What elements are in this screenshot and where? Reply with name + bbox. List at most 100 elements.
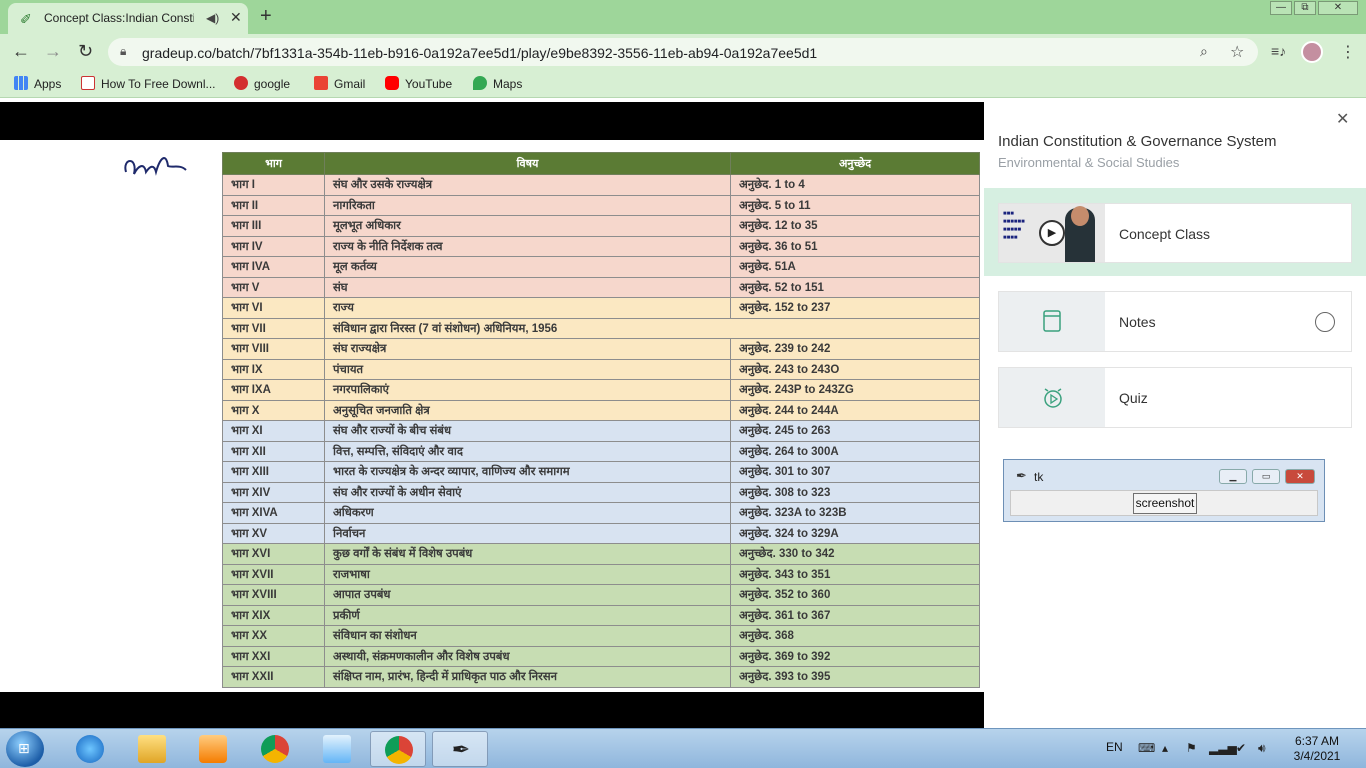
taskbar-chrome-1[interactable] (247, 731, 303, 767)
folder-icon (138, 735, 166, 763)
subject-cell: प्रकीर्ण (324, 604, 731, 626)
table-row: भाग VI राज्य अनुछेद. 152 to 237 (222, 297, 980, 319)
bookmark-apps[interactable]: Apps (14, 76, 61, 91)
articles-cell: अनुछेद. 323A to 323B (730, 502, 980, 524)
play-icon[interactable]: ▶ (1039, 220, 1065, 246)
articles-cell: अनुछेद. 243 to 243O (730, 358, 980, 380)
part-cell: भाग IVA (222, 256, 325, 278)
browser-tab[interactable]: ✐ Concept Class:Indian Constit ◀) ✕ (8, 3, 248, 34)
table-row: भाग XV निर्वाचन अनुछेद. 324 to 329A (222, 522, 980, 544)
constitution-parts-table: भाग विषय अनुच्छेद भाग I संघ और उसके राज्य… (222, 152, 980, 688)
tk-close-button[interactable]: ✕ (1285, 469, 1315, 484)
taskbar-media-player[interactable] (185, 731, 241, 767)
restore-button[interactable]: ⧉ (1294, 1, 1316, 15)
minimize-button[interactable]: — (1270, 1, 1292, 15)
presenter-head (1071, 206, 1089, 226)
action-center-flag-icon[interactable]: ⚑ (1186, 741, 1197, 755)
volume-icon[interactable]: 🔊︎ (1258, 741, 1266, 756)
articles-cell: अनुच्छेद. 330 to 342 (730, 543, 980, 565)
keyboard-icon[interactable]: ⌨ (1138, 741, 1155, 755)
subject-cell: मूलभूत अधिकार (324, 215, 731, 237)
notes-status-radio[interactable] (1315, 312, 1335, 332)
reload-icon[interactable]: ↻ (78, 41, 93, 62)
bookmark-star-icon[interactable]: ☆ (1230, 42, 1244, 62)
articles-cell: अनुछेद. 301 to 307 (730, 461, 980, 483)
taskbar: ⊞ ✒ EN ⌨ ▴ ⚑ ▂▃▅ ✔ 🔊︎ 6:37 AM 3/4/2021 (0, 728, 1366, 768)
part-cell: भाग XX (222, 625, 325, 647)
taskbar-tk[interactable]: ✒ (432, 731, 488, 767)
network-signal-icon[interactable]: ▂▃▅ (1209, 741, 1237, 755)
table-row: भाग III मूलभूत अधिकार अनुछेद. 12 to 35 (222, 215, 980, 237)
bookmarks-bar: Apps How To Free Downl... google Gmail Y… (0, 70, 1366, 98)
taskbar-control-panel[interactable] (309, 731, 365, 767)
tray-arrow-icon[interactable]: ▴ (1162, 741, 1168, 755)
part-cell: भाग XIVA (222, 502, 325, 524)
internet-explorer-icon (76, 735, 104, 763)
lock-icon: 🔒︎ (120, 44, 127, 58)
tk-body: screenshot (1010, 490, 1318, 516)
tk-window: ✒ tk ▁ ▭ ✕ screenshot (1003, 459, 1325, 522)
close-icon[interactable]: ✕ (1336, 109, 1349, 129)
taskbar-ie[interactable] (62, 731, 118, 767)
tk-maximize-button[interactable]: ▭ (1252, 469, 1280, 484)
bookmark-gmail[interactable]: Gmail (314, 76, 365, 91)
bookmark-maps[interactable]: Maps (473, 76, 522, 91)
new-tab-button[interactable]: + (260, 5, 272, 28)
articles-cell: अनुछेद. 352 to 360 (730, 584, 980, 606)
clock-date: 3/4/2021 (1293, 749, 1341, 763)
taskbar-explorer[interactable] (124, 731, 180, 767)
tk-minimize-button[interactable]: ▁ (1219, 469, 1247, 484)
subject-cell: संघ और उसके राज्यक्षेत्र (324, 174, 731, 196)
articles-cell: अनुछेद. 361 to 367 (730, 604, 980, 626)
url-text[interactable]: gradeup.co/batch/7bf1331a-354b-11eb-b916… (142, 45, 817, 61)
control-panel-icon (323, 735, 351, 763)
part-cell: भाग VII (222, 317, 325, 339)
close-window-button[interactable]: ✕ (1318, 1, 1358, 15)
media-control-icon[interactable]: ≡♪ (1271, 43, 1286, 59)
speaker-icon[interactable]: ◀) (206, 11, 219, 25)
taskbar-chrome-2[interactable] (370, 731, 426, 767)
articles-cell: अनुछेद. 36 to 51 (730, 235, 980, 257)
quiz-timer-icon (1044, 388, 1062, 408)
browser-menu-icon[interactable]: ⋮ (1340, 42, 1356, 62)
quiz-item[interactable]: Quiz (998, 367, 1352, 428)
header-part: भाग (222, 152, 325, 175)
quiz-thumb (999, 368, 1105, 427)
system-clock[interactable]: 6:37 AM 3/4/2021 (1282, 734, 1352, 764)
tab-close-icon[interactable]: ✕ (230, 9, 242, 26)
notes-thumb (999, 292, 1105, 351)
articles-cell: अनुछेद. 12 to 35 (730, 215, 980, 237)
articles-cell: अनुछेद. 324 to 329A (730, 522, 980, 544)
part-cell: भाग XVIII (222, 584, 325, 606)
part-cell: भाग XXI (222, 645, 325, 667)
profile-avatar[interactable] (1301, 41, 1323, 63)
articles-cell: अनुछेद. 5 to 11 (730, 194, 980, 216)
part-cell: भाग XV (222, 522, 325, 544)
part-cell: भाग V (222, 276, 325, 298)
quiz-label: Quiz (1119, 390, 1148, 406)
part-cell: भाग XIV (222, 481, 325, 503)
articles-cell: अनुछेद. 244 to 244A (730, 399, 980, 421)
concept-class-label: Concept Class (1119, 226, 1211, 242)
concept-class-item[interactable]: ■■■ ■■■■■■ ■■■■■ ■■■■ ▶ Concept Class (998, 203, 1352, 263)
notes-item[interactable]: Notes (998, 291, 1352, 352)
language-indicator[interactable]: EN (1106, 740, 1123, 754)
chrome-icon (385, 736, 413, 764)
forward-icon[interactable]: → (44, 41, 62, 62)
start-button[interactable]: ⊞ (6, 731, 44, 767)
table-row: भाग IVA मूल कर्तव्य अनुछेद. 51A (222, 256, 980, 278)
zoom-icon[interactable]: ⌕ (1200, 43, 1208, 60)
bookmark-how-to-free-download[interactable]: How To Free Downl... (81, 76, 216, 91)
address-bar[interactable]: 🔒︎ gradeup.co/batch/7bf1331a-354b-11eb-b… (108, 38, 1258, 66)
table-row: भाग XIX प्रकीर्ण अनुछेद. 361 to 367 (222, 604, 980, 626)
video-player[interactable]: भाग विषय अनुच्छेद भाग I संघ और उसके राज्य… (0, 102, 984, 728)
back-icon[interactable]: ← (12, 41, 30, 62)
bookmark-youtube[interactable]: YouTube (385, 76, 452, 91)
security-icon[interactable]: ✔ (1236, 741, 1246, 755)
handwritten-mark (124, 157, 187, 176)
table-row: भाग XI संघ और राज्यों के बीच संबंध अनुछेद.… (222, 420, 980, 442)
bookmark-google[interactable]: google (234, 76, 290, 91)
header-articles: अनुच्छेद (730, 152, 980, 175)
site-favicon-icon: ✐ (20, 11, 32, 27)
screenshot-button[interactable]: screenshot (1133, 493, 1197, 514)
